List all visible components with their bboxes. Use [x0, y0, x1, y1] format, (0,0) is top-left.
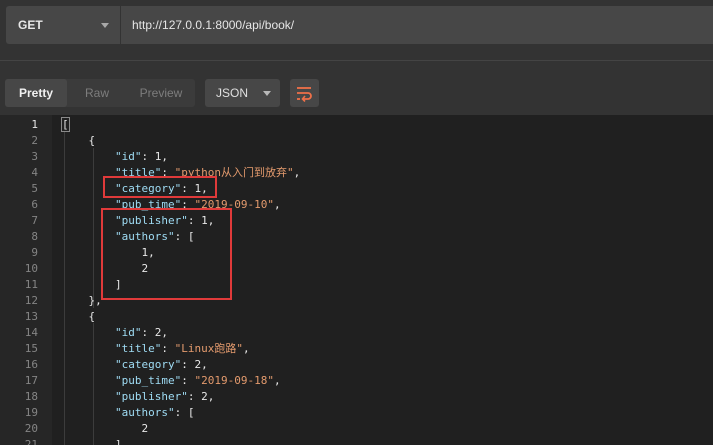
line-number: 19 — [24, 406, 38, 419]
code-text: { — [62, 133, 96, 149]
line-number: 13 — [24, 310, 38, 323]
code-token-str: "2019-09-18" — [194, 374, 274, 387]
code-text: 2 — [62, 421, 148, 437]
line-number: 11 — [24, 278, 38, 291]
line-number: 6 — [31, 198, 38, 211]
view-mode-tabs: Pretty Raw Preview — [5, 79, 195, 107]
code-token-punct: : — [141, 150, 155, 163]
code-token-punct: [ — [61, 117, 70, 132]
url-text: http://127.0.0.1:8000/api/book/ — [132, 18, 295, 32]
code-line: 14 "id": 2, — [0, 325, 713, 341]
code-line: 18 "publisher": 2, — [0, 389, 713, 405]
line-number: 1 — [31, 118, 38, 131]
code-text: "title": "Linux跑路", — [62, 341, 250, 357]
code-token-punct: , — [161, 326, 168, 339]
chevron-down-icon — [263, 91, 271, 96]
code-text: "authors": [ — [62, 405, 194, 421]
line-number: 9 — [31, 246, 38, 259]
code-text: "id": 2, — [62, 325, 168, 341]
code-token-punct: , — [201, 358, 208, 371]
code-token-key: "category" — [114, 358, 182, 371]
line-number: 18 — [24, 390, 38, 403]
code-token-punct: , — [273, 198, 281, 211]
code-token-punct: { — [88, 310, 96, 323]
code-token-punct: [ — [187, 406, 195, 419]
line-number: 17 — [24, 374, 38, 387]
line-number: 14 — [24, 326, 38, 339]
line-number: 4 — [31, 166, 38, 179]
highlight-box-category — [103, 176, 217, 198]
code-line: 15 "title": "Linux跑路", — [0, 341, 713, 357]
line-number: 12 — [24, 294, 38, 307]
code-token-punct: : — [187, 390, 202, 403]
code-token-punct: ], — [114, 438, 129, 445]
code-line: 19 "authors": [ — [0, 405, 713, 421]
code-token-punct: : — [181, 374, 195, 387]
code-token-str: "Linux跑路" — [174, 342, 243, 355]
code-token-punct: : — [161, 342, 175, 355]
line-number: 7 — [31, 214, 38, 227]
code-text: "id": 1, — [62, 149, 168, 165]
wrap-lines-button[interactable] — [290, 79, 319, 107]
code-token-punct: , — [242, 342, 250, 355]
line-number: 20 — [24, 422, 38, 435]
request-bar: GET http://127.0.0.1:8000/api/book/ — [0, 0, 713, 52]
code-token-punct: , — [161, 150, 168, 163]
line-number: 21 — [24, 438, 38, 445]
method-select[interactable]: GET — [6, 6, 120, 44]
code-line: 21 ], — [0, 437, 713, 445]
code-text: "pub_time": "2019-09-18", — [62, 373, 281, 389]
code-token-punct: , — [207, 390, 215, 403]
code-text: "publisher": 2, — [62, 389, 214, 405]
format-select[interactable]: JSON — [205, 79, 280, 107]
format-label: JSON — [216, 86, 249, 100]
tab-raw[interactable]: Raw — [67, 79, 127, 107]
code-token-punct: : — [141, 326, 155, 339]
code-token-key: "publisher" — [114, 390, 188, 403]
code-token-punct: : — [181, 358, 195, 371]
method-label: GET — [18, 18, 43, 32]
code-line: 2 { — [0, 133, 713, 149]
code-token-key: "id" — [114, 326, 142, 339]
code-text: ], — [62, 437, 128, 445]
code-token-num: 2 — [201, 390, 208, 403]
code-token-punct: , — [293, 166, 301, 179]
code-token-key: "pub_time" — [114, 374, 182, 387]
line-number: 16 — [24, 358, 38, 371]
code-token-punct: { — [88, 134, 96, 147]
tab-preview[interactable]: Preview — [127, 79, 195, 107]
chevron-down-icon — [101, 23, 109, 28]
url-input[interactable]: http://127.0.0.1:8000/api/book/ — [121, 6, 713, 44]
code-token-punct: }, — [88, 294, 102, 307]
code-line: 13 { — [0, 309, 713, 325]
code-token-key: "title" — [114, 342, 162, 355]
tab-pretty[interactable]: Pretty — [5, 79, 67, 107]
line-number: 3 — [31, 150, 38, 163]
wrap-lines-icon — [297, 87, 312, 102]
code-line: 3 "id": 1, — [0, 149, 713, 165]
code-token-key: "authors" — [114, 406, 175, 419]
line-number: 2 — [31, 134, 38, 147]
code-text: { — [62, 309, 96, 325]
code-line: 16 "category": 2, — [0, 357, 713, 373]
line-number: 5 — [31, 182, 38, 195]
code-line: 1[ — [0, 117, 713, 133]
code-token-punct: , — [273, 374, 281, 387]
divider — [0, 60, 713, 61]
line-number: 10 — [24, 262, 38, 275]
code-token-num: 2 — [141, 422, 149, 435]
code-line: 20 2 — [0, 421, 713, 437]
code-text: }, — [62, 293, 102, 309]
code-text: "category": 2, — [62, 357, 208, 373]
code-line: 17 "pub_time": "2019-09-18", — [0, 373, 713, 389]
code-token-key: "id" — [114, 150, 142, 163]
line-number: 15 — [24, 342, 38, 355]
code-token-punct: : — [174, 406, 188, 419]
highlight-box-publisher-authors — [101, 208, 232, 300]
line-number: 8 — [31, 230, 38, 243]
code-text: [ — [61, 117, 70, 133]
